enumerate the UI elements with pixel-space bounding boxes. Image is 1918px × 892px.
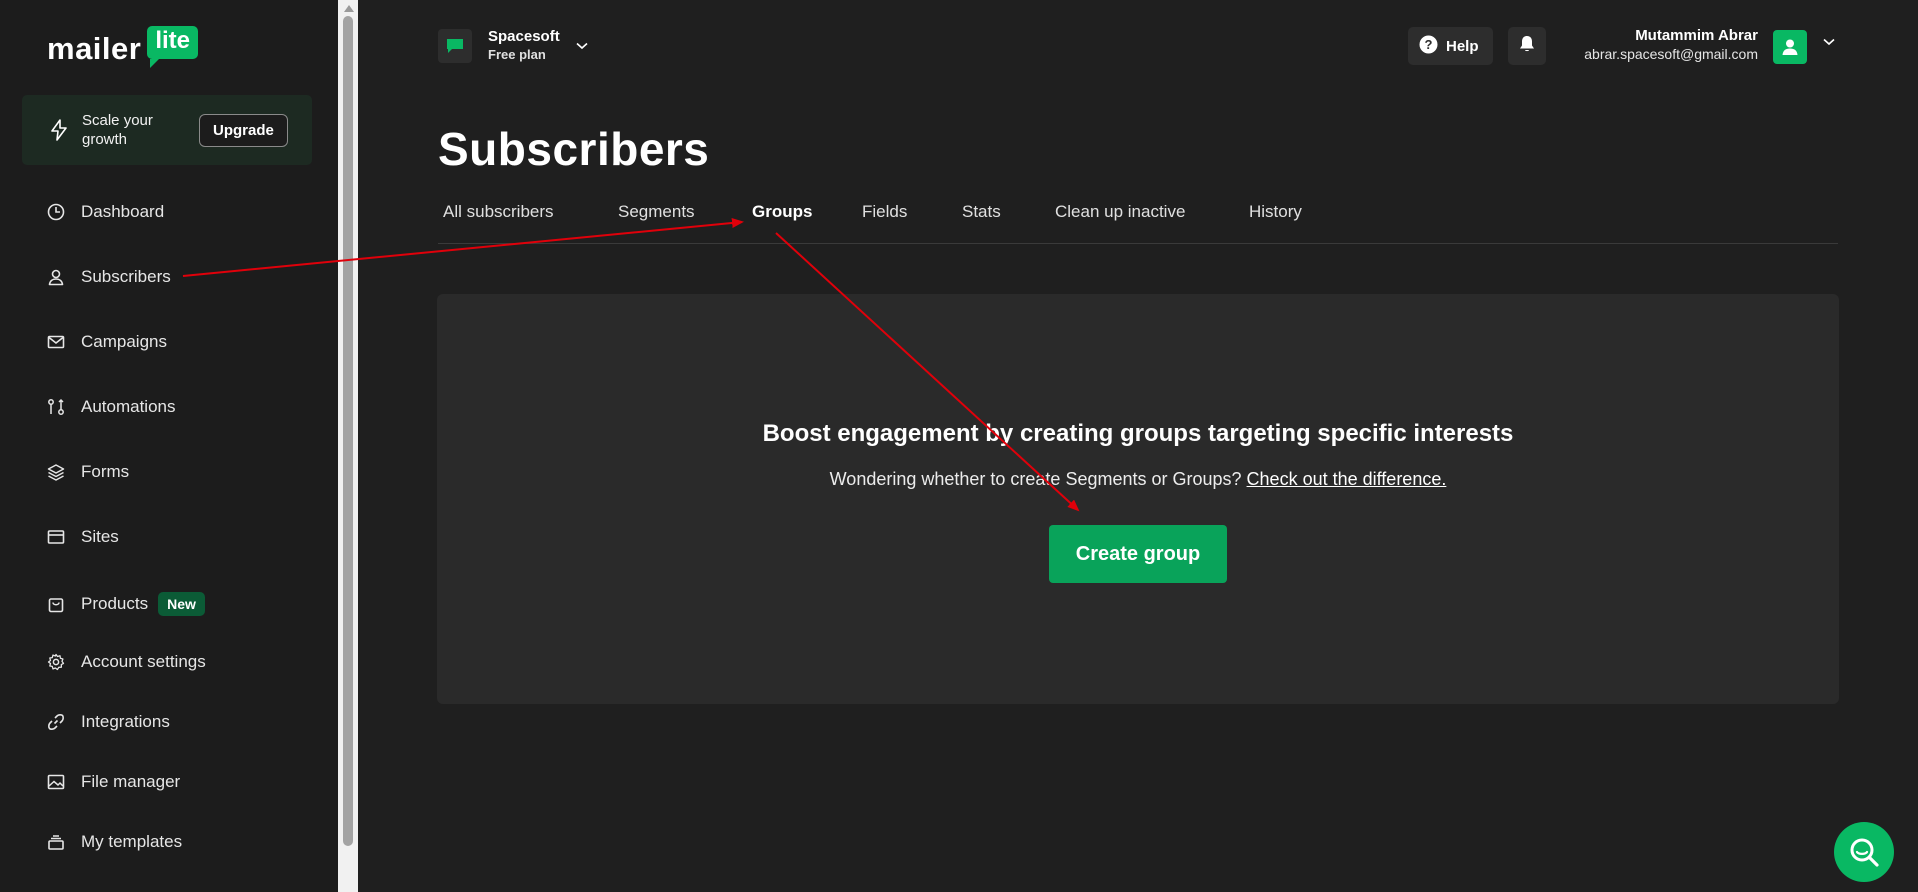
user-name: Mutammim Abrar — [1635, 27, 1758, 44]
sidebar-item-automations[interactable]: Automations — [46, 392, 176, 422]
sidebar: mailer lite Scale your growth Upgrade Da… — [0, 0, 338, 892]
sidebar-item-label: File manager — [81, 772, 181, 791]
logo-badge: lite — [147, 25, 199, 68]
bag-icon — [46, 594, 66, 614]
sidebar-item-label: Integrations — [81, 712, 170, 731]
groups-empty-state: Boost engagement by creating groups targ… — [437, 294, 1839, 704]
clock-icon — [46, 202, 66, 222]
bell-icon — [1519, 35, 1535, 58]
sidebar-item-file-manager[interactable]: File manager — [46, 767, 180, 797]
user-menu[interactable]: Mutammim Abrar abrar.spacesoft@gmail.com — [1584, 27, 1758, 63]
account-name: Spacesoft — [488, 28, 560, 45]
tab-fields[interactable]: Fields — [862, 202, 907, 222]
sidebar-item-integrations[interactable]: Integrations — [46, 707, 170, 737]
page-title: Subscribers — [438, 123, 710, 175]
account-plan: Free plan — [488, 47, 546, 62]
notifications-button[interactable] — [1508, 27, 1546, 65]
account-info: Spacesoft Free plan — [488, 28, 560, 64]
new-badge: New — [158, 592, 205, 616]
help-label: Help — [1446, 37, 1479, 55]
subscribers-tabs: All subscribers Segments Groups Fields S… — [438, 198, 1838, 244]
account-switcher[interactable]: Spacesoft Free plan — [438, 28, 588, 64]
help-button[interactable]: ? Help — [1408, 27, 1493, 65]
tab-all-subscribers[interactable]: All subscribers — [443, 202, 554, 222]
sidebar-item-forms[interactable]: Forms — [46, 457, 129, 487]
layers-icon — [46, 462, 66, 482]
user-avatar-icon — [1782, 39, 1798, 55]
mailerlite-logo[interactable]: mailer lite — [47, 25, 199, 72]
bolt-icon — [48, 119, 70, 141]
upgrade-button[interactable]: Upgrade — [199, 113, 288, 147]
sidebar-item-campaigns[interactable]: Campaigns — [46, 327, 167, 357]
sidebar-item-dashboard[interactable]: Dashboard — [46, 197, 164, 227]
link-icon — [46, 712, 66, 732]
scroll-up-icon[interactable] — [344, 5, 354, 12]
tab-clean-up-inactive[interactable]: Clean up inactive — [1055, 202, 1185, 222]
sidebar-item-label: Subscribers — [81, 267, 171, 286]
sidebar-item-label: Forms — [81, 462, 130, 481]
sidebar-item-label: Dashboard — [81, 202, 165, 221]
tab-groups[interactable]: Groups — [752, 202, 812, 222]
sidebar-item-label: My templates — [81, 832, 183, 851]
upgrade-text: Scale your growth — [82, 112, 153, 148]
sidebar-item-products[interactable]: Products New — [46, 589, 205, 619]
sidebar-item-subscribers[interactable]: Subscribers — [46, 262, 171, 292]
empty-state-title: Boost engagement by creating groups targ… — [762, 420, 1514, 447]
search-help-button[interactable] — [1834, 822, 1894, 882]
browser-icon — [46, 527, 66, 547]
sidebar-item-label: Sites — [81, 527, 119, 546]
user-icon — [46, 267, 66, 287]
image-icon — [46, 772, 66, 792]
search-icon — [1850, 838, 1879, 867]
mail-icon — [46, 332, 66, 352]
sidebar-item-label: Automations — [81, 397, 176, 416]
tab-segments[interactable]: Segments — [618, 202, 695, 222]
sidebar-item-sites[interactable]: Sites — [46, 522, 119, 552]
sidebar-item-account-settings[interactable]: Account settings — [46, 647, 206, 677]
user-email: abrar.spacesoft@gmail.com — [1584, 46, 1758, 62]
svg-text:?: ? — [1425, 37, 1433, 52]
sidebar-item-label: Account settings — [81, 652, 206, 671]
logo-text: mailer — [47, 31, 142, 66]
create-group-button[interactable]: Create group — [1049, 525, 1227, 583]
sidebar-scrollbar-thumb[interactable] — [343, 16, 353, 846]
tab-history[interactable]: History — [1249, 202, 1302, 222]
chevron-down-icon[interactable] — [1823, 38, 1835, 46]
check-difference-link[interactable]: Check out the difference. — [1247, 469, 1447, 489]
chevron-down-icon[interactable] — [576, 42, 588, 50]
empty-state-subtitle: Wondering whether to create Segments or … — [437, 469, 1839, 490]
workflow-icon — [46, 397, 66, 417]
avatar[interactable] — [1773, 30, 1807, 64]
chat-icon — [438, 29, 472, 63]
sidebar-item-label: Campaigns — [81, 332, 167, 351]
upgrade-banner: Scale your growth Upgrade — [22, 95, 312, 165]
gear-icon — [46, 652, 66, 672]
tab-stats[interactable]: Stats — [962, 202, 1001, 222]
stack-icon — [46, 832, 66, 852]
sidebar-item-my-templates[interactable]: My templates — [46, 827, 182, 857]
empty-state-subtitle-text: Wondering whether to create Segments or … — [829, 469, 1242, 489]
help-icon: ? — [1419, 35, 1438, 58]
sidebar-item-label: Products — [81, 594, 149, 613]
